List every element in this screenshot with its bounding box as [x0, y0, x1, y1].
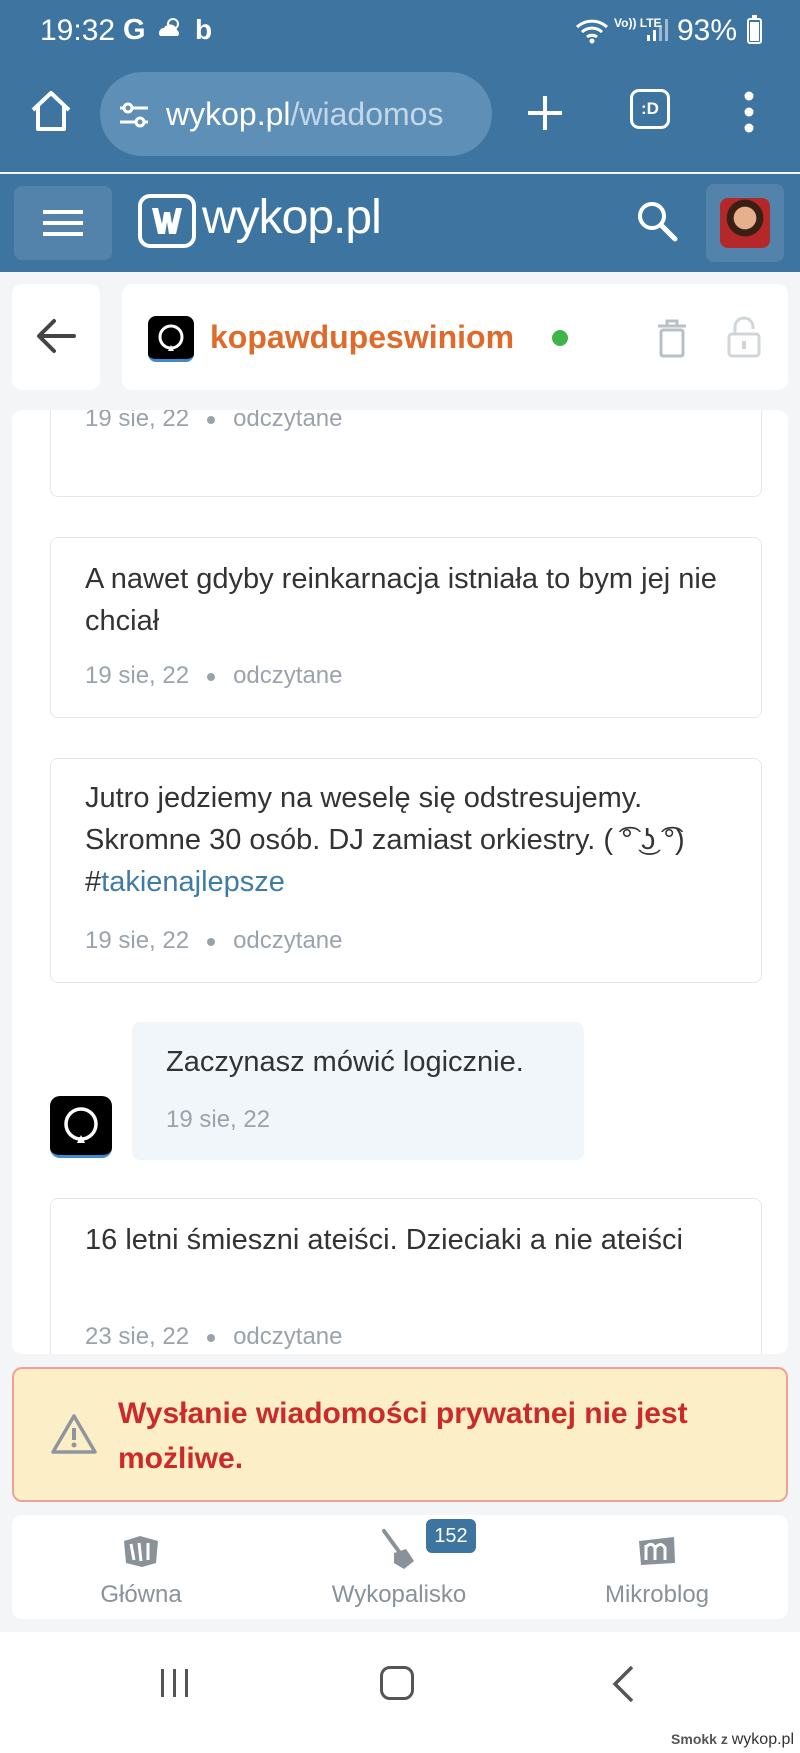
message-text: A nawet gdyby reinkarnacja istniała to b…: [85, 563, 717, 637]
user-avatar-button[interactable]: [706, 184, 784, 262]
message-item: 16 letni śmieszni ateiści. Dzieciaki a n…: [50, 1198, 762, 1354]
message-item: 19 sie, 22 odczytane: [50, 410, 762, 497]
home-w-icon: [124, 1536, 158, 1567]
system-navigation-bar: Smokk z wykop.pl: [0, 1632, 800, 1753]
ring-avatar-icon: [64, 1107, 98, 1143]
battery-icon: [747, 15, 762, 44]
url-path: /wiadomos: [290, 96, 444, 132]
address-bar[interactable]: wykop.pl/wiadomos: [100, 72, 492, 156]
message-meta: 19 sie, 22 odczytane: [85, 662, 342, 690]
site-settings-icon[interactable]: [118, 100, 150, 130]
message-text: 16 letni śmieszni ateiści. Dzieciaki a n…: [85, 1224, 683, 1256]
nav-wykopalisko[interactable]: Wykopalisko: [270, 1515, 528, 1619]
message-meta: 19 sie, 22 odczytane: [85, 927, 342, 955]
message-body: Jutro jedziemy na weselę się odstresujem…: [85, 782, 685, 856]
trash-icon[interactable]: [656, 318, 688, 358]
recent-apps-icon[interactable]: [158, 1668, 192, 1698]
wykopalisko-count-badge: 152: [426, 1519, 476, 1553]
nav-mikroblog[interactable]: Mikroblog: [528, 1515, 786, 1619]
message-date: 19 sie, 22: [85, 410, 190, 432]
message-text: Zaczynasz mówić logicznie.: [166, 1046, 524, 1078]
weather-icon: [159, 18, 179, 36]
meta-separator: [207, 672, 216, 681]
new-tab-icon[interactable]: [524, 92, 566, 134]
message-status: odczytane: [233, 662, 343, 689]
bing-icon: b: [195, 14, 213, 45]
wykop-logo-icon[interactable]: [138, 194, 196, 248]
status-bar: 19:32 G b Vo)) LTE 93%: [0, 0, 800, 62]
message-text: Jutro jedziemy na weselę się odstresujem…: [85, 777, 745, 903]
system-back-icon[interactable]: [610, 1664, 636, 1704]
mikroblog-m-icon: [639, 1537, 675, 1565]
message-status: odczytane: [233, 1323, 343, 1350]
back-button[interactable]: [12, 284, 100, 390]
battery-level: 93%: [677, 14, 738, 47]
watermark-prefix: Smokk z: [671, 1731, 728, 1747]
url-text: wykop.pl/wiadomos: [166, 96, 443, 133]
message-meta: 23 sie, 22 odczytane: [85, 1323, 342, 1351]
meta-separator: [207, 937, 216, 946]
hashtag-link[interactable]: takienajlepsze: [101, 866, 285, 898]
wifi-icon: [575, 19, 609, 44]
hashtag-prefix: #: [85, 866, 102, 898]
online-status-dot: [552, 330, 568, 346]
watermark-brand: wykop.pl: [731, 1731, 794, 1748]
more-options-icon[interactable]: [742, 90, 756, 134]
messages-list[interactable]: 19 sie, 22 odczytane A nawet gdyby reinka…: [12, 410, 788, 1354]
nav-label: Wykopalisko: [331, 1581, 467, 1608]
site-logo-text[interactable]: wykop.pl: [202, 190, 382, 245]
bottom-navigation: Główna Wykopalisko 152 Mikroblog: [12, 1515, 788, 1619]
home-icon[interactable]: [28, 88, 74, 134]
google-icon: G: [123, 14, 146, 46]
message-item: A nawet gdyby reinkarnacja istniała to b…: [50, 537, 762, 718]
message-date: 23 sie, 22: [85, 1323, 190, 1350]
conversation-header: kopawdupeswiniom: [122, 284, 788, 390]
own-message-bubble: Zaczynasz mówić logicznie. 19 sie, 22: [132, 1022, 584, 1160]
message-status: odczytane: [233, 410, 343, 432]
nav-glowna[interactable]: Główna: [12, 1515, 270, 1619]
hamburger-menu-button[interactable]: [14, 186, 112, 260]
hamburger-icon: [43, 210, 83, 236]
nav-label: Główna: [100, 1581, 182, 1608]
unlock-icon[interactable]: [726, 316, 762, 358]
private-message-disabled-alert: Wysłanie wiadomości prywatnej nie jest m…: [12, 1367, 788, 1502]
shovel-icon: [382, 1529, 414, 1569]
message-item: Jutro jedziemy na weselę się odstresujem…: [50, 758, 762, 983]
message-date: 19 sie, 22: [85, 927, 190, 954]
ring-avatar-icon: [158, 324, 184, 351]
alert-text: Wysłanie wiadomości prywatnej nie jest m…: [118, 1397, 688, 1475]
message-status: odczytane: [233, 927, 343, 954]
message-meta: 19 sie, 22 odczytane: [85, 410, 342, 433]
avatar: [720, 198, 770, 248]
nav-label: Mikroblog: [604, 1581, 710, 1608]
warning-icon: [51, 1414, 97, 1454]
message-date: 19 sie, 22: [166, 1106, 271, 1133]
meta-separator: [207, 1333, 216, 1342]
own-message-avatar[interactable]: [50, 1096, 112, 1158]
message-date: 19 sie, 22: [85, 662, 190, 689]
tab-switcher-button[interactable]: :D: [630, 89, 670, 129]
signal-icon: [647, 19, 668, 41]
arrow-left-icon: [37, 319, 76, 353]
site-header: wykop.pl: [0, 174, 800, 272]
watermark: Smokk z wykop.pl: [671, 1731, 794, 1749]
status-time: 19:32: [40, 14, 116, 47]
meta-separator: [207, 415, 216, 424]
search-icon[interactable]: [634, 198, 680, 244]
system-home-icon[interactable]: [380, 1666, 414, 1700]
conversation-username[interactable]: kopawdupeswiniom: [210, 319, 514, 356]
conversation-avatar[interactable]: [148, 316, 194, 362]
url-domain: wykop.pl: [166, 96, 291, 132]
browser-toolbar: wykop.pl/wiadomos :D: [0, 62, 800, 172]
